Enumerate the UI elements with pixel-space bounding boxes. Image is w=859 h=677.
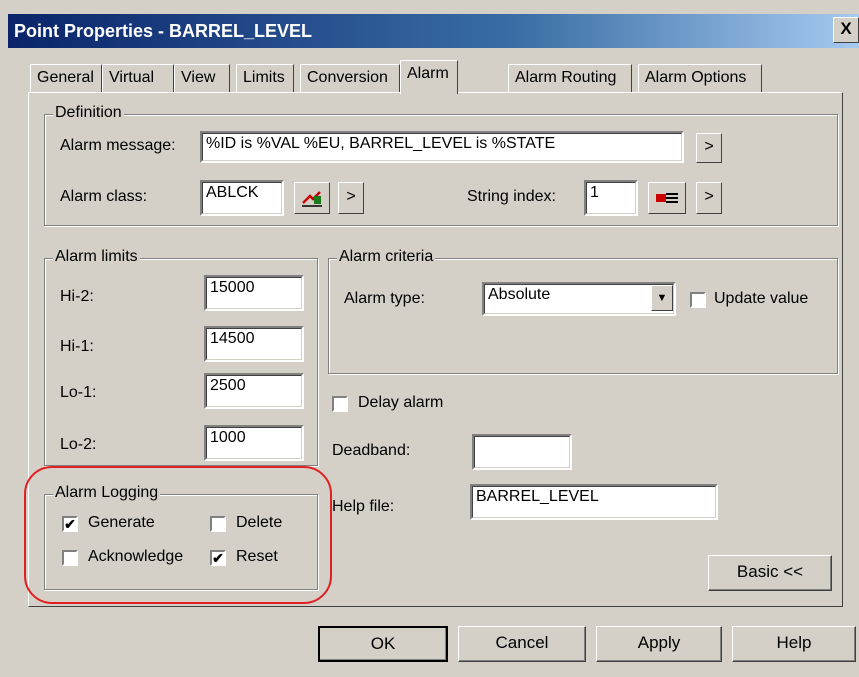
delay-alarm-label: Delay alarm <box>358 394 444 411</box>
alarm-type-label: Alarm type: <box>344 290 425 307</box>
help-button[interactable]: Help <box>732 626 856 662</box>
reset-checkbox[interactable]: ✔ <box>210 550 226 566</box>
generate-checkbox[interactable]: ✔ <box>62 516 78 532</box>
lo1-input[interactable]: 2500 <box>204 373 304 409</box>
update-value-label: Update value <box>714 290 809 307</box>
tab-alarm-options[interactable]: Alarm Options <box>638 64 762 92</box>
generate-label: Generate <box>88 514 155 531</box>
checkmark-icon: ✔ <box>212 550 224 566</box>
hi1-input[interactable]: 14500 <box>204 326 304 362</box>
title-bar: Point Properties - BARREL_LEVEL X <box>8 14 859 48</box>
tab-alarm-routing[interactable]: Alarm Routing <box>508 64 632 92</box>
alarm-logging-group: Alarm Logging <box>44 484 318 590</box>
alarm-class-input[interactable]: ABLCK <box>200 180 284 216</box>
alarm-class-more-button[interactable]: > <box>338 182 364 214</box>
basic-button[interactable]: Basic << <box>708 555 832 591</box>
alarm-criteria-group: Alarm criteria <box>328 248 838 374</box>
hi1-label: Hi-1: <box>60 338 94 355</box>
delay-alarm-checkbox[interactable] <box>332 396 348 412</box>
delete-checkbox[interactable] <box>210 516 226 532</box>
chevron-down-icon[interactable]: ▼ <box>651 285 673 311</box>
cancel-button[interactable]: Cancel <box>458 626 586 662</box>
acknowledge-label: Acknowledge <box>88 548 184 565</box>
checkmark-icon: ✔ <box>64 516 76 532</box>
help-file-label: Help file: <box>332 498 395 515</box>
string-index-more-button[interactable]: > <box>696 182 722 214</box>
alarm-message-more-button[interactable]: > <box>696 133 722 163</box>
hi2-input[interactable]: 15000 <box>204 275 304 311</box>
alarm-class-browse-button[interactable] <box>294 182 330 214</box>
lo2-input[interactable]: 1000 <box>204 425 304 461</box>
class-browse-icon <box>302 191 322 207</box>
tab-conversion[interactable]: Conversion <box>300 64 400 92</box>
alarm-message-label: Alarm message: <box>60 137 176 154</box>
update-value-checkbox[interactable] <box>690 292 706 308</box>
tab-limits[interactable]: Limits <box>236 64 294 92</box>
string-index-input[interactable]: 1 <box>584 180 638 216</box>
tab-alarm[interactable]: Alarm <box>400 60 458 94</box>
alarm-type-value: Absolute <box>488 286 551 303</box>
alarm-message-input[interactable]: %ID is %VAL %EU, BARREL_LEVEL is %STATE <box>200 131 684 163</box>
string-index-browse-button[interactable] <box>648 182 686 214</box>
ok-button[interactable]: OK <box>318 626 448 662</box>
window-title: Point Properties - BARREL_LEVEL <box>14 21 313 41</box>
alarm-limits-title: Alarm limits <box>53 248 140 266</box>
string-browse-icon <box>656 193 678 203</box>
definition-title: Definition <box>53 104 124 122</box>
acknowledge-checkbox[interactable] <box>62 550 78 566</box>
tab-general[interactable]: General <box>30 64 102 92</box>
apply-button[interactable]: Apply <box>596 626 722 662</box>
help-file-input[interactable]: BARREL_LEVEL <box>470 484 718 520</box>
close-button[interactable]: X <box>833 17 859 43</box>
point-properties-dialog: Point Properties - BARREL_LEVEL X Genera… <box>0 0 859 677</box>
reset-label: Reset <box>236 548 278 565</box>
deadband-label: Deadband: <box>332 442 411 459</box>
alarm-class-label: Alarm class: <box>60 188 148 205</box>
alarm-logging-title: Alarm Logging <box>53 484 161 502</box>
tab-virtual[interactable]: Virtual <box>102 64 174 92</box>
alarm-type-select[interactable]: Absolute ▼ <box>482 282 676 316</box>
alarm-criteria-title: Alarm criteria <box>337 248 436 266</box>
lo1-label: Lo-1: <box>60 384 97 401</box>
hi2-label: Hi-2: <box>60 288 94 305</box>
delete-label: Delete <box>236 514 283 531</box>
lo2-label: Lo-2: <box>60 436 97 453</box>
deadband-input[interactable] <box>472 434 572 470</box>
string-index-label: String index: <box>467 188 556 205</box>
tab-view[interactable]: View <box>174 64 230 92</box>
